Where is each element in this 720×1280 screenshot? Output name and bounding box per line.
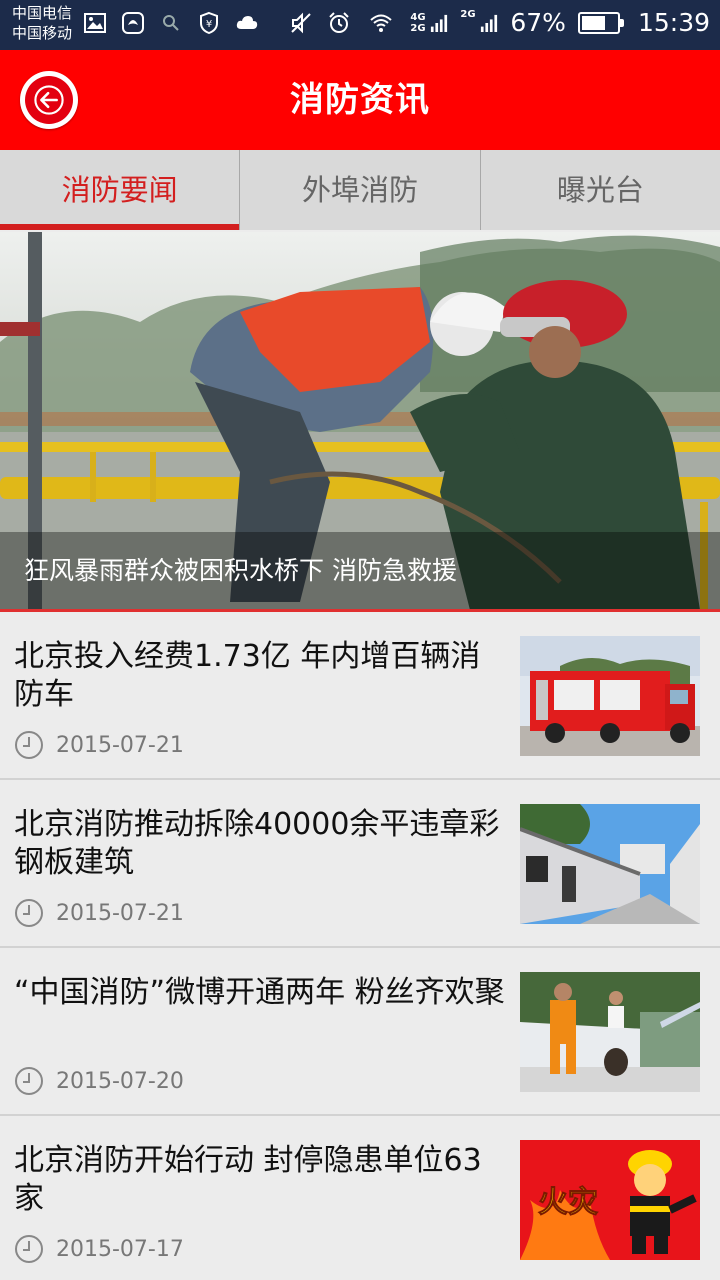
news-title: 北京消防推动拆除40000余平违章彩钢板建筑 — [14, 807, 500, 880]
status-bar: 中国电信 中国移动 ¥ 4G 2G 2G 67% 15:39 — [0, 0, 720, 50]
clock-icon — [15, 899, 43, 927]
mute-icon — [288, 10, 314, 36]
banner-caption: 狂风暴雨群众被困积水桥下 消防急救援 — [0, 532, 720, 610]
battery-percent: 67% — [510, 8, 566, 37]
news-title: “中国消防”微博开通两年 粉丝齐欢聚 — [14, 975, 505, 1010]
network-2g: 2G — [460, 8, 498, 35]
network-4g-2g: 4G 2G — [410, 11, 448, 35]
tab-other-cities[interactable]: 外埠消防 — [240, 150, 481, 230]
news-item[interactable]: “中国消防”微博开通两年 粉丝齐欢聚 2015-07-20 — [0, 948, 720, 1116]
steel-buildings-thumbnail — [520, 804, 700, 924]
fire-cartoon-thumbnail: 火灾 — [520, 1140, 700, 1260]
page-title: 消防资讯 — [290, 80, 430, 120]
carrier-2: 中国移动 — [12, 24, 73, 42]
news-date: 2015-07-21 — [56, 732, 184, 758]
news-item[interactable]: 北京投入经费1.73亿 年内增百辆消防车 2015-07-21 — [0, 612, 720, 780]
news-meta: 2015-07-21 — [14, 898, 184, 928]
news-meta: 2015-07-20 — [14, 1066, 184, 1096]
carrier-labels: 中国电信 中国移动 — [12, 3, 72, 43]
news-title: 北京消防开始行动 封停隐患单位63家 — [14, 1143, 482, 1216]
news-list: 北京投入经费1.73亿 年内增百辆消防车 2015-07-21 北京消防推动拆除… — [0, 612, 720, 1280]
signal-bars-icon-2 — [481, 14, 498, 32]
news-item[interactable]: 北京消防推动拆除40000余平违章彩钢板建筑 2015-07-21 — [0, 780, 720, 948]
alarm-icon — [326, 10, 352, 36]
clock-icon — [15, 1067, 43, 1095]
system-icons: 4G 2G 2G 67% 15:39 — [288, 8, 710, 37]
image-icon — [82, 10, 108, 36]
news-meta: 2015-07-21 — [14, 730, 184, 760]
net-2g-label: 2G — [410, 22, 426, 34]
news-title: 北京投入经费1.73亿 年内增百辆消防车 — [14, 639, 481, 712]
news-date: 2015-07-20 — [56, 1068, 184, 1094]
search-icon — [158, 10, 184, 36]
huawei-icon — [120, 10, 146, 36]
tab-exposure[interactable]: 曝光台 — [481, 150, 720, 230]
battery-icon — [577, 11, 624, 34]
tab-fire-news[interactable]: 消防要闻 — [0, 150, 241, 230]
net-4g-label: 4G — [410, 11, 426, 23]
cloud-icon — [234, 10, 260, 36]
fire-cartoon-text: 火灾 — [538, 1185, 598, 1220]
news-date: 2015-07-17 — [56, 1236, 184, 1262]
category-tabs: 消防要闻 外埠消防 曝光台 — [0, 150, 720, 230]
featured-banner[interactable]: 狂风暴雨群众被困积水桥下 消防急救援 — [0, 232, 720, 610]
clock-icon — [15, 1235, 43, 1263]
news-date: 2015-07-21 — [56, 900, 184, 926]
signal-bars-icon — [431, 14, 448, 32]
back-arrow-icon — [25, 76, 73, 124]
fire-truck-thumbnail — [520, 636, 700, 756]
wifi-icon — [364, 10, 398, 36]
notification-icons: ¥ — [82, 10, 260, 36]
firefighter-thumbnail — [520, 972, 700, 1092]
news-meta: 2015-07-17 — [14, 1234, 184, 1264]
net-2g-label-2: 2G — [460, 8, 476, 20]
svg-text:¥: ¥ — [206, 19, 212, 30]
back-button[interactable] — [20, 71, 78, 129]
carrier-1: 中国电信 — [12, 4, 73, 22]
clock: 15:39 — [637, 8, 710, 37]
clock-icon — [15, 731, 43, 759]
shield-icon: ¥ — [196, 10, 222, 36]
title-bar: 消防资讯 — [0, 50, 720, 150]
news-item[interactable]: 北京消防开始行动 封停隐患单位63家 2015-07-17 火灾 — [0, 1116, 720, 1280]
